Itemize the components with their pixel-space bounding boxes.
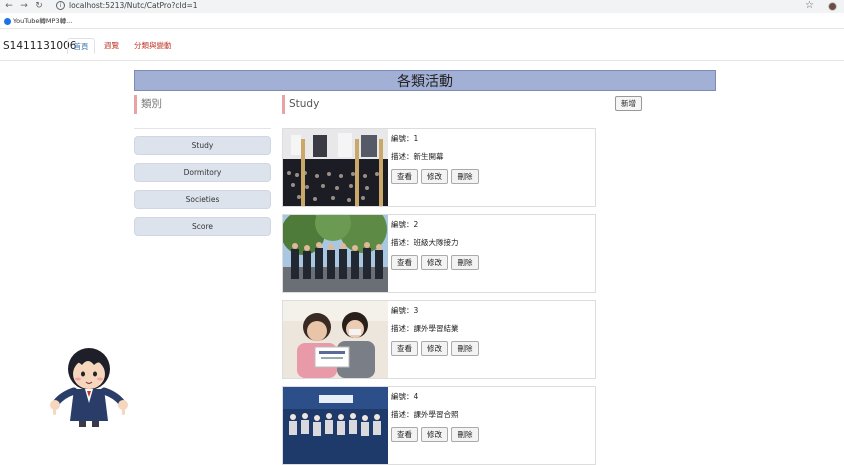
view-button[interactable]: 查看 [391,255,418,270]
site-navbar: S1411131006 首頁 週覽 分類與變動 [0,31,844,61]
delete-button[interactable]: 刪除 [451,341,479,356]
forward-arrow-icon[interactable]: → [18,0,30,13]
browser-chrome: ← → ↻ i localhost:5213/Nutc/CatPro?cId=1… [0,0,844,31]
view-button[interactable]: 查看 [391,341,418,356]
reload-icon[interactable]: ↻ [33,0,45,13]
activity-card: 編號：2 描述：班級大隊接力 查看 修改 刪除 [282,214,596,293]
sidebar-heading-label: 類別 [141,98,162,110]
profile-avatar[interactable] [828,2,837,11]
activity-description: 描述：課外學習結業 [391,324,459,333]
site-info-icon[interactable]: i [56,1,65,10]
url-text[interactable]: localhost:5213/Nutc/CatPro?cId=1 [69,0,198,12]
content-heading: Study [282,95,602,114]
view-button[interactable]: 查看 [391,169,418,184]
nav-link-categories[interactable]: 分類與變動 [134,38,172,54]
edit-button[interactable]: 修改 [421,169,448,184]
nav-link-overview[interactable]: 週覽 [104,38,119,54]
page-title: 各類活動 [397,74,453,90]
nav-link-home[interactable]: 首頁 [67,38,95,54]
content-heading-label: Study [289,98,320,110]
activity-description: 描述：新生開幕 [391,152,444,161]
back-arrow-icon[interactable]: ← [3,0,15,13]
activity-photo [283,301,388,378]
activity-card: 編號：4 描述：課外學習合照 查看 修改 刪除 [282,386,596,465]
address-row: ← → ↻ i localhost:5213/Nutc/CatPro?cId=1… [0,0,844,13]
bookmarks-bar: YouTube轉MP3轉... [0,14,844,29]
activity-number: 編號：3 [391,306,419,315]
activity-photo [283,387,388,464]
sidebar-heading: 類別 [134,95,271,114]
page-title-bar: 各類活動 [134,70,716,91]
activity-number: 編號：1 [391,134,419,143]
site-brand[interactable]: S1411131006 [3,40,76,52]
activity-card: 編號：3 描述：課外學習結業 查看 修改 刪除 [282,300,596,379]
category-button-score[interactable]: Score [134,217,271,236]
bookmark-star-icon[interactable]: ☆ [805,0,814,12]
activity-description: 描述：班級大隊接力 [391,238,459,247]
delete-button[interactable]: 刪除 [451,169,479,184]
add-button[interactable]: 新增 [615,96,642,111]
edit-button[interactable]: 修改 [421,341,448,356]
activity-number: 編號：4 [391,392,419,401]
activity-number: 編號：2 [391,220,419,229]
edit-button[interactable]: 修改 [421,255,448,270]
bookmark-favicon-icon [4,18,11,25]
category-button-dormitory[interactable]: Dormitory [134,163,271,182]
mascot-illustration [46,345,132,427]
category-button-study[interactable]: Study [134,136,271,155]
activity-photo [283,215,388,292]
activity-photo [283,129,388,206]
address-bar[interactable]: i localhost:5213/Nutc/CatPro?cId=1 [52,0,822,12]
view-button[interactable]: 查看 [391,427,418,442]
category-button-societies[interactable]: Societies [134,190,271,209]
delete-button[interactable]: 刪除 [451,427,479,442]
activity-card: 編號：1 描述：新生開幕 查看 修改 刪除 [282,128,596,207]
sidebar-divider [134,128,271,129]
activity-description: 描述：課外學習合照 [391,410,459,419]
delete-button[interactable]: 刪除 [451,255,479,270]
bookmark-item[interactable]: YouTube轉MP3轉... [13,16,72,26]
edit-button[interactable]: 修改 [421,427,448,442]
